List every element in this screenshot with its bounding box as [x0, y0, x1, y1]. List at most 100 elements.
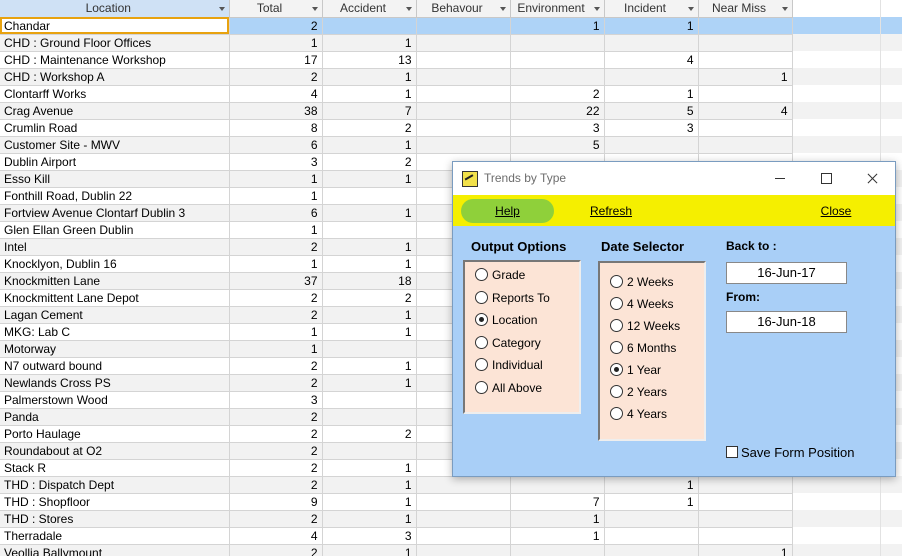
radio-button[interactable] — [610, 297, 623, 310]
count-cell[interactable] — [416, 544, 511, 556]
count-cell[interactable]: 1 — [322, 255, 417, 273]
location-cell[interactable]: Porto Haulage — [0, 425, 230, 443]
count-cell[interactable]: 4 — [698, 102, 793, 120]
count-cell[interactable]: 1 — [322, 204, 417, 222]
back-to-date-field[interactable]: 16-Jun-17 — [726, 262, 847, 284]
count-cell[interactable]: 1 — [322, 374, 417, 392]
count-cell[interactable]: 9 — [229, 493, 323, 511]
count-cell[interactable]: 1 — [322, 323, 417, 341]
count-cell[interactable] — [416, 510, 511, 528]
radio-button[interactable] — [475, 268, 488, 281]
count-cell[interactable]: 1 — [322, 306, 417, 324]
column-header-behavour[interactable]: Behavour — [416, 0, 511, 18]
count-cell[interactable] — [322, 187, 417, 205]
table-row[interactable]: CHD : Ground Floor Offices 1 1 — [0, 34, 902, 52]
count-cell[interactable]: 2 — [229, 17, 323, 35]
count-cell[interactable]: 7 — [322, 102, 417, 120]
count-cell[interactable]: 1 — [698, 544, 793, 556]
count-cell[interactable]: 3 — [229, 153, 323, 171]
count-cell[interactable]: 2 — [229, 306, 323, 324]
count-cell[interactable] — [510, 51, 605, 69]
location-cell[interactable]: Glen Ellan Green Dublin — [0, 221, 230, 239]
column-header-incident[interactable]: Incident — [604, 0, 699, 18]
count-cell[interactable]: 1 — [229, 187, 323, 205]
count-cell[interactable]: 3 — [510, 119, 605, 137]
location-cell[interactable]: Lagan Cement — [0, 306, 230, 324]
location-cell[interactable]: Motorway — [0, 340, 230, 358]
count-cell[interactable]: 22 — [510, 102, 605, 120]
location-cell[interactable]: Fonthill Road, Dublin 22 — [0, 187, 230, 205]
count-cell[interactable]: 1 — [322, 170, 417, 188]
location-cell[interactable]: THD : Shopfloor — [0, 493, 230, 511]
count-cell[interactable] — [698, 493, 793, 511]
location-cell[interactable]: CHD : Ground Floor Offices — [0, 34, 230, 52]
count-cell[interactable]: 1 — [322, 238, 417, 256]
count-cell[interactable] — [510, 544, 605, 556]
dropdown-arrow-icon[interactable] — [499, 7, 506, 11]
count-cell[interactable] — [510, 68, 605, 86]
count-cell[interactable] — [322, 391, 417, 409]
radio-button[interactable] — [610, 341, 623, 354]
location-cell[interactable]: Knockmittent Lane Depot — [0, 289, 230, 307]
count-cell[interactable] — [604, 136, 699, 154]
count-cell[interactable] — [698, 136, 793, 154]
count-cell[interactable]: 1 — [322, 476, 417, 494]
location-cell[interactable]: Crag Avenue — [0, 102, 230, 120]
count-cell[interactable] — [416, 119, 511, 137]
count-cell[interactable]: 6 — [229, 204, 323, 222]
count-cell[interactable] — [604, 510, 699, 528]
count-cell[interactable] — [416, 68, 511, 86]
column-header-total[interactable]: Total — [229, 0, 323, 18]
count-cell[interactable]: 1 — [322, 510, 417, 528]
table-row[interactable]: THD : Shopfloor 9 1 7 1 — [0, 493, 902, 511]
count-cell[interactable]: 13 — [322, 51, 417, 69]
location-cell[interactable]: Roundabout at O2 — [0, 442, 230, 460]
count-cell[interactable]: 3 — [322, 527, 417, 545]
count-cell[interactable] — [698, 119, 793, 137]
count-cell[interactable] — [416, 102, 511, 120]
location-cell[interactable]: Palmerstown Wood — [0, 391, 230, 409]
column-header-location[interactable]: Location — [0, 0, 230, 18]
count-cell[interactable]: 1 — [604, 85, 699, 103]
dropdown-arrow-icon[interactable] — [405, 7, 412, 11]
count-cell[interactable]: 2 — [322, 289, 417, 307]
count-cell[interactable]: 1 — [229, 221, 323, 239]
dialog-titlebar[interactable]: Trends by Type — [453, 162, 895, 195]
location-cell[interactable]: Customer Site - MWV — [0, 136, 230, 154]
dropdown-arrow-icon[interactable] — [593, 7, 600, 11]
count-cell[interactable] — [322, 221, 417, 239]
radio-button[interactable] — [475, 313, 488, 326]
radio-button[interactable] — [475, 380, 488, 394]
close-icon[interactable] — [849, 162, 895, 195]
count-cell[interactable]: 1 — [510, 510, 605, 528]
minimize-icon[interactable] — [757, 162, 803, 195]
location-cell[interactable]: Intel — [0, 238, 230, 256]
location-cell[interactable]: N7 outward bound — [0, 357, 230, 375]
table-row[interactable]: Crumlin Road 8 2 3 3 — [0, 119, 902, 137]
table-row[interactable]: Crag Avenue 38 7 22 5 4 — [0, 102, 902, 120]
count-cell[interactable]: 1 — [604, 493, 699, 511]
location-cell[interactable]: Veollia Ballymount — [0, 544, 230, 556]
column-header-near-miss[interactable]: Near Miss — [698, 0, 793, 18]
table-row[interactable]: Therradale 4 3 1 — [0, 527, 902, 545]
count-cell[interactable]: 1 — [322, 34, 417, 52]
location-cell[interactable]: Clontarff Works — [0, 85, 230, 103]
count-cell[interactable]: 1 — [322, 357, 417, 375]
count-cell[interactable]: 1 — [698, 68, 793, 86]
location-cell[interactable]: Therradale — [0, 527, 230, 545]
count-cell[interactable]: 4 — [604, 51, 699, 69]
dropdown-arrow-icon[interactable] — [218, 7, 225, 11]
count-cell[interactable]: 7 — [510, 493, 605, 511]
location-cell[interactable]: Dublin Airport — [0, 153, 230, 171]
count-cell[interactable] — [698, 85, 793, 103]
radio-button[interactable] — [475, 335, 488, 349]
count-cell[interactable]: 8 — [229, 119, 323, 137]
count-cell[interactable]: 2 — [229, 476, 323, 494]
location-cell[interactable]: Crumlin Road — [0, 119, 230, 137]
count-cell[interactable] — [510, 34, 605, 52]
dropdown-arrow-icon[interactable] — [781, 7, 788, 11]
count-cell[interactable]: 2 — [229, 357, 323, 375]
table-row[interactable]: THD : Dispatch Dept 2 1 1 — [0, 476, 902, 494]
location-cell[interactable]: MKG: Lab C — [0, 323, 230, 341]
count-cell[interactable] — [604, 544, 699, 556]
